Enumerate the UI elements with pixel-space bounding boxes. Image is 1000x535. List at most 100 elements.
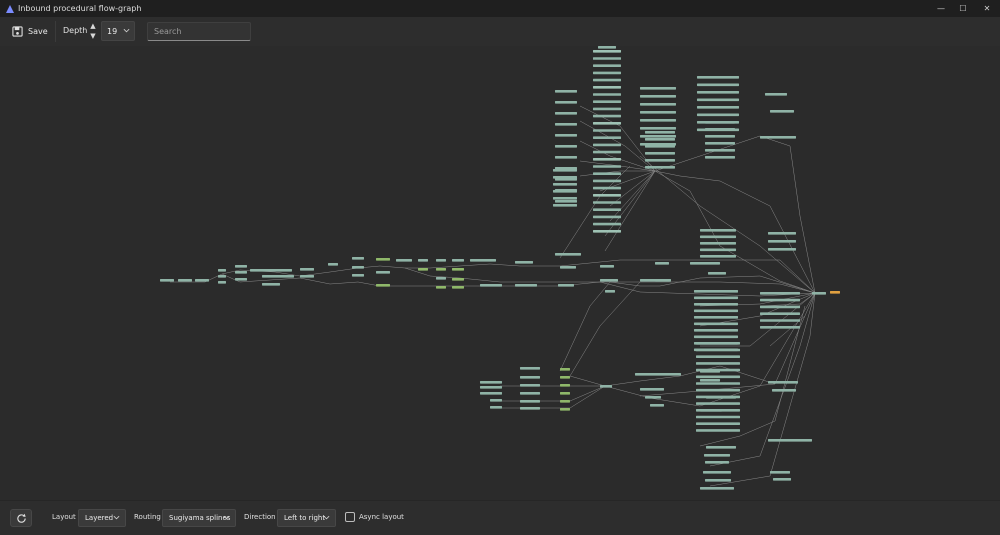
async-layout-checkbox[interactable] <box>345 512 355 522</box>
graph-node[interactable] <box>418 268 428 271</box>
graph-node[interactable] <box>376 284 390 287</box>
graph-node[interactable] <box>705 149 735 152</box>
graph-node[interactable] <box>262 275 294 278</box>
graph-node[interactable] <box>812 292 826 295</box>
graph-node[interactable] <box>218 269 226 272</box>
graph-node[interactable] <box>598 46 616 49</box>
graph-node[interactable] <box>694 303 738 306</box>
graph-node[interactable] <box>452 259 464 262</box>
graph-node[interactable] <box>696 415 740 419</box>
graph-node[interactable] <box>696 388 740 392</box>
maximize-button[interactable]: ☐ <box>950 0 976 17</box>
graph-node[interactable] <box>376 258 390 261</box>
graph-node[interactable] <box>250 269 292 272</box>
save-button[interactable]: Save <box>12 23 48 40</box>
graph-node[interactable] <box>555 145 577 148</box>
close-button[interactable]: ✕ <box>974 0 1000 17</box>
graph-node[interactable] <box>376 271 390 274</box>
graph-node[interactable] <box>706 446 736 449</box>
graph-node[interactable] <box>520 400 540 403</box>
graph-node[interactable] <box>300 275 314 278</box>
graph-node[interactable] <box>697 91 739 94</box>
graph-node[interactable] <box>452 286 464 289</box>
graph-node[interactable] <box>593 64 621 67</box>
graph-node[interactable] <box>593 71 621 75</box>
graph-node[interactable] <box>235 271 247 274</box>
graph-node[interactable] <box>560 376 570 379</box>
graph-node[interactable] <box>700 379 720 382</box>
graph-node[interactable] <box>560 400 570 403</box>
graph-node[interactable] <box>470 259 496 262</box>
graph-node[interactable] <box>218 281 226 284</box>
graph-node[interactable] <box>600 265 614 268</box>
graph-node[interactable] <box>760 298 800 302</box>
graph-node[interactable] <box>593 201 621 204</box>
graph-node[interactable] <box>705 156 735 159</box>
graph-node[interactable] <box>593 129 621 132</box>
graph-node[interactable] <box>697 106 739 109</box>
graph-node[interactable] <box>235 265 247 268</box>
graph-node[interactable] <box>645 131 675 134</box>
graph-node[interactable] <box>593 143 621 147</box>
graph-node[interactable] <box>645 145 675 148</box>
layout-select[interactable]: Layered <box>78 509 126 527</box>
graph-node[interactable] <box>560 368 570 371</box>
graph-node[interactable] <box>558 284 574 287</box>
graph-node[interactable] <box>480 386 502 389</box>
graph-node[interactable] <box>436 286 446 289</box>
graph-node[interactable] <box>593 208 621 211</box>
graph-node[interactable] <box>555 101 577 104</box>
graph-node[interactable] <box>553 190 577 193</box>
graph-node[interactable] <box>645 159 675 162</box>
graph-node[interactable] <box>640 95 676 98</box>
graph-node[interactable] <box>760 292 800 295</box>
arrow-up-icon[interactable]: ▲ <box>88 21 98 31</box>
graph-node[interactable] <box>700 487 734 490</box>
graph-node[interactable] <box>696 342 740 345</box>
graph-node[interactable] <box>593 186 621 190</box>
direction-select[interactable]: Left to right <box>277 509 336 527</box>
graph-canvas[interactable] <box>0 46 1000 500</box>
graph-node[interactable] <box>600 385 612 388</box>
graph-node[interactable] <box>593 107 621 111</box>
graph-node[interactable] <box>655 262 669 265</box>
graph-node[interactable] <box>694 296 738 300</box>
graph-node[interactable] <box>555 112 577 115</box>
graph-node[interactable] <box>704 454 730 457</box>
graph-node[interactable] <box>593 86 621 89</box>
graph-node[interactable] <box>760 319 800 322</box>
graph-node[interactable] <box>490 399 502 402</box>
graph-node[interactable] <box>760 305 800 309</box>
graph-node[interactable] <box>640 111 676 114</box>
graph-node[interactable] <box>696 355 740 358</box>
graph-node[interactable] <box>593 122 621 125</box>
graph-node[interactable] <box>645 138 675 141</box>
graph-node[interactable] <box>635 373 681 376</box>
depth-select[interactable]: 19 <box>101 21 135 41</box>
graph-node[interactable] <box>262 283 280 286</box>
graph-node[interactable] <box>760 136 796 139</box>
graph-node[interactable] <box>760 312 800 315</box>
graph-node[interactable] <box>640 87 676 90</box>
graph-node[interactable] <box>218 275 226 278</box>
graph-node[interactable] <box>352 266 364 269</box>
graph-node[interactable] <box>593 57 621 60</box>
graph-node[interactable] <box>645 396 661 399</box>
graph-node[interactable] <box>694 290 738 293</box>
graph-node[interactable] <box>640 103 676 106</box>
graph-node[interactable] <box>160 279 174 282</box>
graph-node[interactable] <box>300 268 314 271</box>
routing-select[interactable]: Sugiyama splines <box>162 509 236 527</box>
graph-node[interactable] <box>593 114 621 118</box>
graph-node[interactable] <box>768 232 796 235</box>
graph-node[interactable] <box>593 93 621 96</box>
graph-node[interactable] <box>490 406 502 409</box>
graph-node[interactable] <box>768 240 796 243</box>
graph-node[interactable] <box>705 479 731 482</box>
graph-node[interactable] <box>553 204 577 207</box>
graph-node[interactable] <box>770 110 794 113</box>
graph-node[interactable] <box>555 134 577 137</box>
graph-node[interactable] <box>436 277 446 280</box>
graph-node[interactable] <box>480 381 502 384</box>
graph-node[interactable] <box>770 471 790 474</box>
